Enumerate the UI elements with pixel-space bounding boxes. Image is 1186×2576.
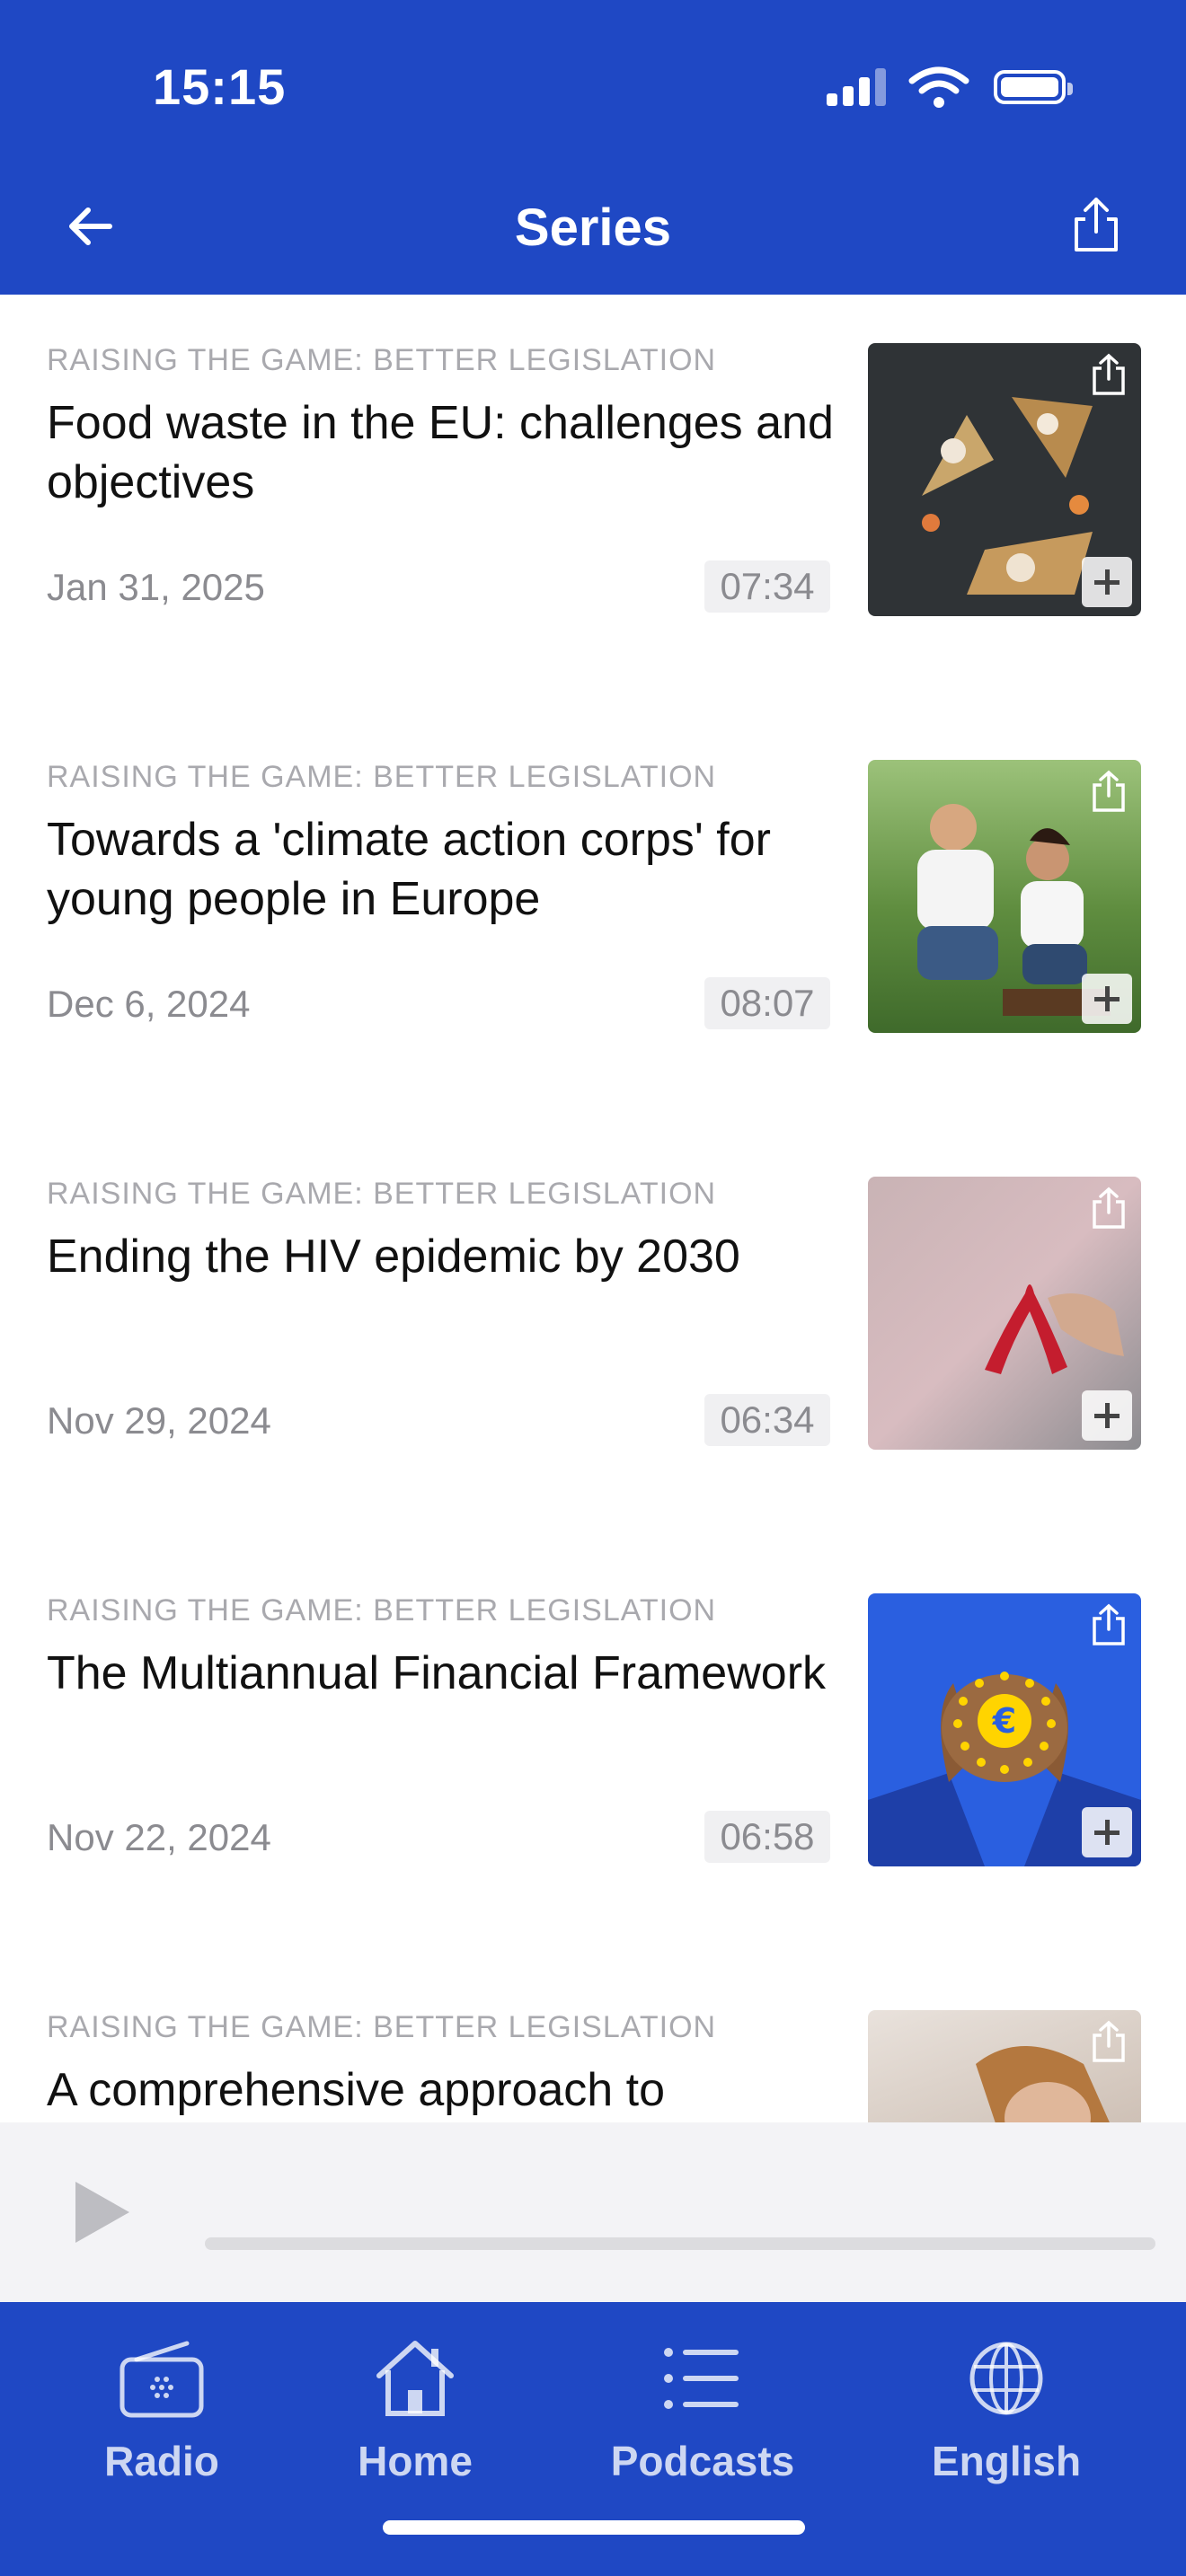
app-header: 15:15 Series	[0, 0, 1186, 295]
tab-home-label: Home	[358, 2438, 473, 2484]
wifi-icon	[908, 66, 969, 108]
episode-date: Nov 29, 2024	[47, 1399, 271, 1442]
episode-title: A comprehensive approach to	[47, 2064, 665, 2116]
globe-icon	[969, 2342, 1043, 2415]
episode-duration: 08:07	[704, 977, 830, 1029]
cellular-signal-icon	[827, 65, 890, 110]
add-to-queue-button[interactable]	[1082, 1807, 1132, 1857]
series-label: RAISING THE GAME: BETTER LEGISLATION	[47, 760, 717, 794]
episode-title: The Multiannual Financial Framework	[47, 1647, 827, 1699]
episode-date: Dec 6, 2024	[47, 983, 251, 1025]
tab-home[interactable]: Home	[298, 2338, 532, 2509]
series-label: RAISING THE GAME: BETTER LEGISLATION	[47, 1177, 717, 1211]
series-label: RAISING THE GAME: BETTER LEGISLATION	[47, 343, 717, 377]
volunteers-planting-image[interactable]	[868, 760, 1141, 1033]
add-to-queue-button[interactable]	[1082, 1390, 1132, 1441]
series-label: RAISING THE GAME: BETTER LEGISLATION	[47, 1593, 717, 1628]
status-time: 15:15	[153, 58, 287, 115]
tab-bar: Radio Home Podcasts English	[0, 2302, 1186, 2576]
episode-date: Jan 31, 2025	[47, 566, 265, 608]
episode-title: Food waste in the EU: challenges and obj…	[47, 397, 834, 508]
list-icon	[664, 2348, 739, 2409]
series-label: RAISING THE GAME: BETTER LEGISLATION	[47, 2010, 717, 2044]
food-waste-recycle-image[interactable]	[868, 343, 1141, 616]
episode-date: Nov 22, 2024	[47, 1816, 271, 1858]
page-title: Series	[514, 198, 672, 257]
play-icon[interactable]	[75, 2182, 129, 2243]
episode-item[interactable]: RAISING THE GAME: BETTER LEGISLATION Foo…	[0, 295, 1186, 711]
add-to-queue-button[interactable]	[1082, 974, 1132, 1024]
home-indicator	[383, 2520, 805, 2535]
euro-hands-image[interactable]: €	[868, 1593, 1141, 1866]
thumbnail-share-icon[interactable]	[1089, 352, 1128, 397]
episode-title: Ending the HIV epidemic by 2030	[47, 1231, 740, 1283]
episode-duration: 07:34	[704, 560, 830, 613]
tab-podcasts-label: Podcasts	[610, 2438, 795, 2484]
woman-portrait-image[interactable]	[868, 2010, 1141, 2122]
tab-podcasts[interactable]: Podcasts	[586, 2338, 819, 2509]
episode-item[interactable]: RAISING THE GAME: BETTER LEGISLATION End…	[0, 1128, 1186, 1545]
episode-list[interactable]: RAISING THE GAME: BETTER LEGISLATION Foo…	[0, 295, 1186, 2122]
tab-radio-label: Radio	[104, 2438, 219, 2484]
thumbnail-share-icon[interactable]	[1089, 769, 1128, 814]
episode-item[interactable]: RAISING THE GAME: BETTER LEGISLATION Tow…	[0, 711, 1186, 1128]
thumbnail-share-icon[interactable]	[1089, 1602, 1128, 1647]
svg-text:€: €	[992, 1701, 1016, 1741]
episode-duration: 06:34	[704, 1394, 830, 1446]
episode-item[interactable]: RAISING THE GAME: BETTER LEGISLATION A c…	[0, 1962, 1186, 2122]
status-icons	[827, 65, 1087, 110]
episode-duration: 06:58	[704, 1811, 830, 1863]
episode-title: Towards a 'climate action corps' for you…	[47, 814, 771, 925]
add-to-queue-button[interactable]	[1082, 557, 1132, 607]
mini-player	[0, 2122, 1186, 2302]
battery-icon	[994, 70, 1073, 104]
share-icon[interactable]	[1069, 196, 1123, 255]
playback-progress-bar[interactable]	[205, 2237, 1155, 2250]
radio-icon	[119, 2341, 204, 2418]
tab-english-label: English	[931, 2438, 1082, 2484]
red-ribbon-image[interactable]	[868, 1177, 1141, 1450]
thumbnail-share-icon[interactable]	[1089, 1186, 1128, 1231]
thumbnail-share-icon[interactable]	[1089, 2019, 1128, 2064]
tab-radio[interactable]: Radio	[45, 2338, 279, 2509]
tab-english[interactable]: English	[890, 2338, 1123, 2509]
home-icon	[376, 2341, 454, 2416]
episode-item[interactable]: RAISING THE GAME: BETTER LEGISLATION The…	[0, 1545, 1186, 1962]
